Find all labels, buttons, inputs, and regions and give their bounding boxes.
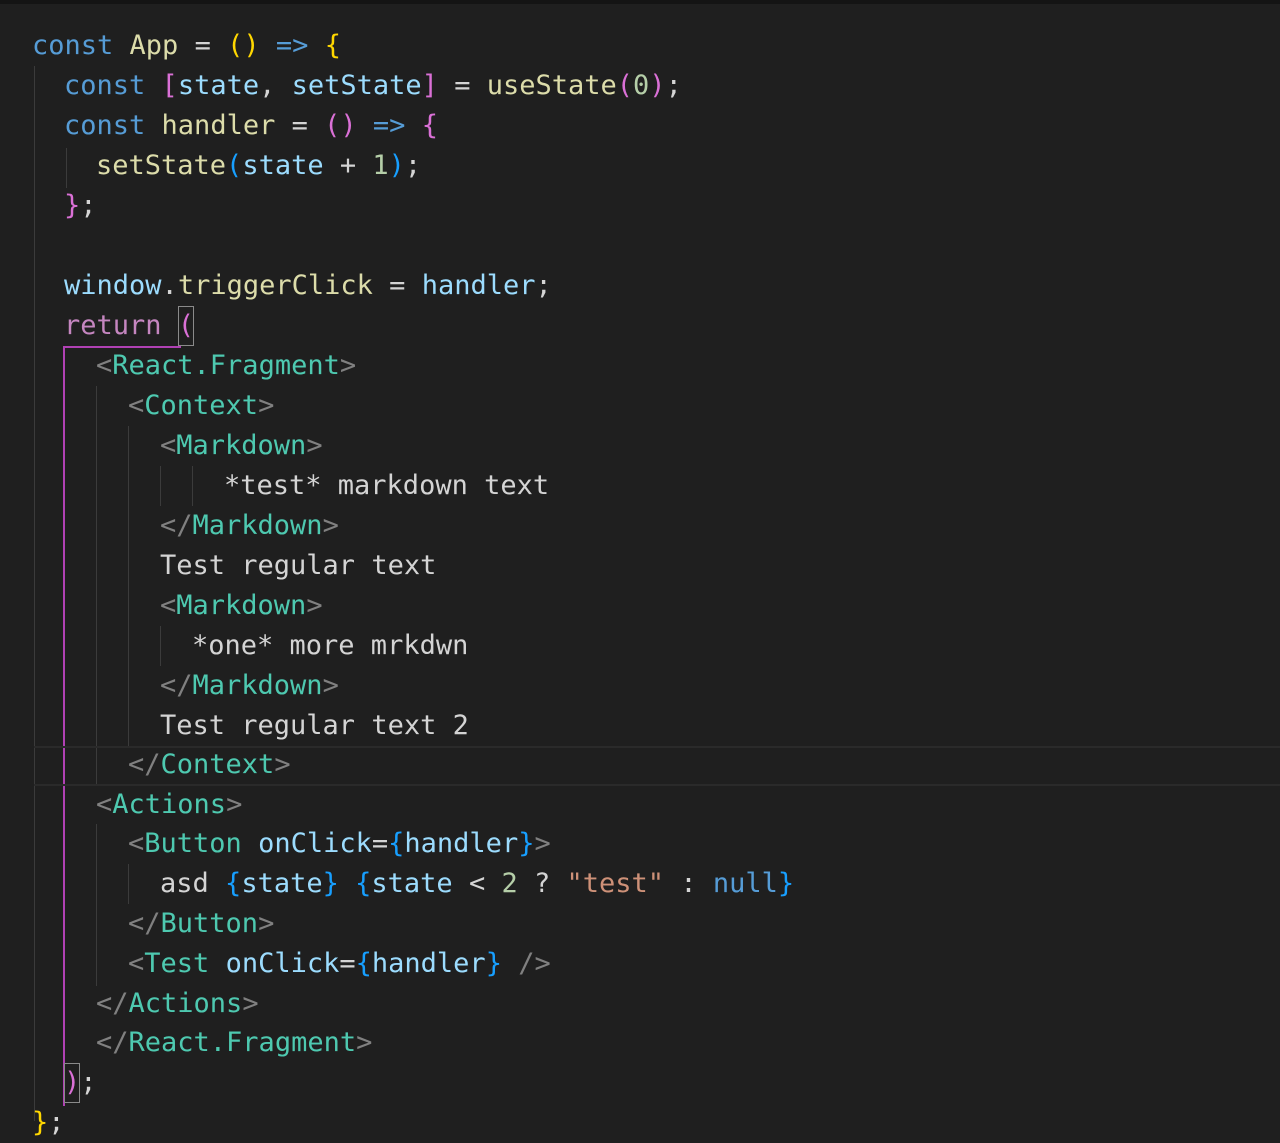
keyword-const: const <box>64 110 146 141</box>
indent-guide <box>160 466 161 506</box>
jsx-tag-markdown: Markdown <box>192 670 323 701</box>
matched-bracket-open: ( <box>177 306 195 346</box>
code-line-8[interactable]: return ( <box>64 306 195 346</box>
code-line-13[interactable]: </Markdown> <box>160 506 339 546</box>
identifier-app: App <box>129 30 179 61</box>
code-line-2[interactable]: const [state, setState] = useState(0); <box>64 66 682 106</box>
jsx-text: asd <box>160 868 209 899</box>
jsx-tag-markdown: Markdown <box>176 590 307 621</box>
jsx-tag-actions: Actions <box>128 988 243 1019</box>
code-line-19[interactable]: </Context> <box>128 745 291 785</box>
code-line-18[interactable]: Test regular text 2 <box>160 706 469 746</box>
code-line-4[interactable]: setState(state + 1); <box>96 146 421 186</box>
jsx-tag-react-fragment: React.Fragment <box>128 1027 357 1058</box>
identifier-state: state <box>241 868 323 899</box>
jsx-tag-button: Button <box>160 908 259 939</box>
keyword-const: const <box>32 30 114 61</box>
code-line-12[interactable]: *test* markdown text <box>224 466 549 506</box>
code-line-27[interactable]: ); <box>64 1063 97 1103</box>
code-line-16[interactable]: *one* more mrkdwn <box>192 626 468 666</box>
identifier-handler: handler <box>404 828 519 859</box>
indent-guide <box>96 386 97 784</box>
identifier-handler: handler <box>421 270 536 301</box>
jsx-tag-react-fragment: React.Fragment <box>112 350 340 381</box>
identifier-setstate: setState <box>96 150 227 181</box>
code-line-1[interactable]: const App = () => { <box>32 26 341 66</box>
number-literal: 1 <box>372 150 389 181</box>
identifier-state: state <box>371 868 453 899</box>
string-literal: "test" <box>566 868 665 899</box>
jsx-tag-markdown: Markdown <box>176 430 307 461</box>
jsx-text: Test regular text 2 <box>160 710 469 741</box>
code-line-24[interactable]: <Test onClick={handler} /> <box>128 944 551 984</box>
code-line-11[interactable]: <Markdown> <box>160 426 323 466</box>
jsx-tag-actions: Actions <box>112 789 227 820</box>
keyword-const: const <box>64 70 146 101</box>
code-line-21[interactable]: <Button onClick={handler}> <box>128 824 551 864</box>
identifier-state: state <box>177 70 260 101</box>
code-line-9[interactable]: <React.Fragment> <box>96 346 356 386</box>
matched-bracket-close: ) <box>64 1063 81 1103</box>
indent-guide <box>128 426 129 746</box>
code-line-22[interactable]: asd {state} {state < 2 ? "test" : null} <box>160 864 794 904</box>
code-line-17[interactable]: </Markdown> <box>160 666 339 706</box>
code-line-28[interactable]: }; <box>32 1103 65 1143</box>
indent-guide <box>66 148 67 188</box>
jsx-attr-onclick: onClick <box>258 828 372 859</box>
code-line-26[interactable]: </React.Fragment> <box>96 1023 372 1063</box>
jsx-tag-markdown: Markdown <box>192 510 323 541</box>
code-editor[interactable]: const App = () => { const [state, setSta… <box>0 0 1280 1138</box>
jsx-text: Test regular text <box>160 550 437 581</box>
indent-guide <box>160 626 161 666</box>
code-line-25[interactable]: </Actions> <box>96 984 259 1024</box>
jsx-text: *one* more mrkdwn <box>192 630 469 661</box>
indent-guide <box>192 466 193 506</box>
indent-guide <box>128 864 129 904</box>
code-line-20[interactable]: <Actions> <box>96 785 242 825</box>
code-line-3[interactable]: const handler = () => { <box>64 106 438 146</box>
code-line-10[interactable]: <Context> <box>128 386 274 426</box>
indent-guide-active-scope <box>63 346 65 1106</box>
identifier-handler: handler <box>161 110 276 141</box>
keyword-null: null <box>712 868 778 899</box>
code-line-5[interactable]: }; <box>64 186 97 226</box>
identifier-window: window <box>64 270 162 301</box>
indent-guide <box>96 824 97 986</box>
identifier-usestate: useState <box>486 70 617 101</box>
indent-guide <box>34 66 35 1121</box>
editor-top-border <box>0 0 1280 4</box>
identifier-handler: handler <box>371 948 486 979</box>
jsx-text: *test* markdown text <box>224 470 550 501</box>
keyword-return: return <box>64 310 162 341</box>
number-literal: 0 <box>633 70 650 101</box>
code-line-23[interactable]: </Button> <box>128 904 274 944</box>
code-line-14[interactable]: Test regular text <box>160 546 436 586</box>
identifier-setstate: setState <box>291 70 422 101</box>
number-literal: 2 <box>501 868 518 899</box>
jsx-tag-context: Context <box>160 749 275 780</box>
jsx-attr-onclick: onClick <box>225 948 340 979</box>
jsx-tag-test: Test <box>144 948 210 979</box>
identifier-state: state <box>242 150 324 181</box>
code-line-15[interactable]: <Markdown> <box>160 586 323 626</box>
jsx-tag-button: Button <box>144 828 242 859</box>
identifier-triggerclick: triggerClick <box>177 270 373 301</box>
code-line-7[interactable]: window.triggerClick = handler; <box>64 266 552 306</box>
jsx-tag-context: Context <box>144 390 259 421</box>
